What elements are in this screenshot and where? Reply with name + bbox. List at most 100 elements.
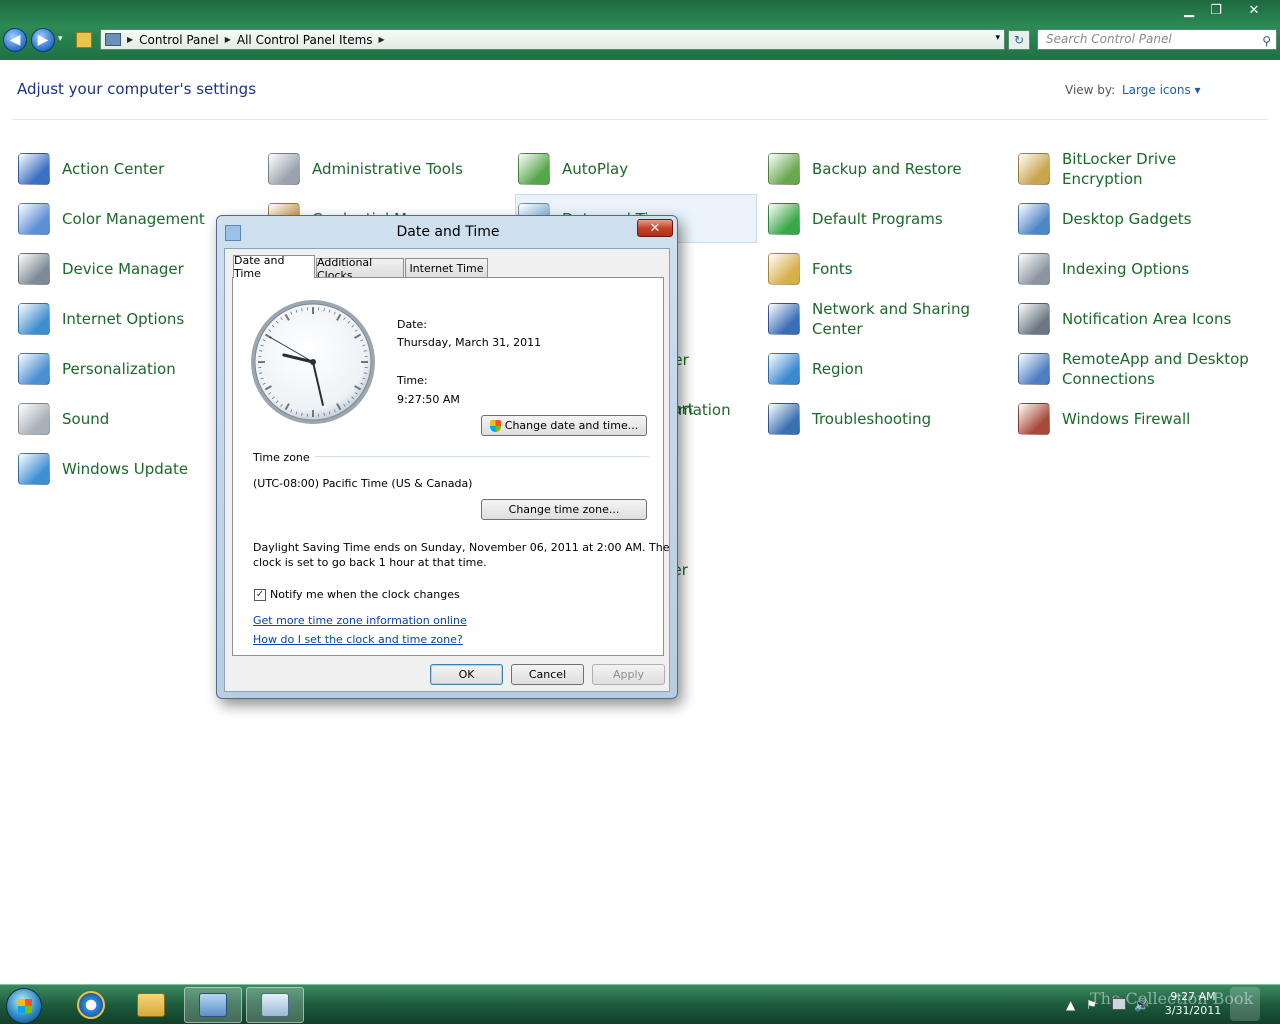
cp-item-label: Device Manager xyxy=(62,260,184,278)
cp-item[interactable]: Internet Options xyxy=(18,297,218,341)
notify-checkbox[interactable]: ✓ xyxy=(254,589,266,601)
cp-item[interactable]: Desktop Gadgets xyxy=(1018,197,1258,241)
time-value: 9:27:50 AM xyxy=(397,393,460,406)
address-dropdown[interactable]: ▾ xyxy=(995,33,1000,43)
cp-item[interactable]: BitLocker Drive Encryption xyxy=(1018,147,1258,191)
cp-item-icon xyxy=(1018,253,1050,285)
date-value: Thursday, March 31, 2011 xyxy=(397,336,542,349)
search-icon[interactable]: ⚲ xyxy=(1262,32,1271,51)
time-zone-heading: Time zone xyxy=(253,451,310,464)
cp-item[interactable]: Network and Sharing Center xyxy=(768,297,998,341)
cp-item[interactable]: Backup and Restore xyxy=(768,147,998,191)
cp-item[interactable]: Notification Area Icons xyxy=(1018,297,1258,341)
internet-explorer-icon xyxy=(77,991,105,1019)
cp-item-icon xyxy=(768,353,800,385)
cp-item-icon xyxy=(268,153,300,185)
analog-clock xyxy=(251,300,375,424)
up-folder-icon[interactable] xyxy=(76,32,92,48)
help-clock-link[interactable]: How do I set the clock and time zone? xyxy=(253,633,463,646)
show-hidden-icons-button[interactable]: ▲ xyxy=(1066,998,1075,1012)
cp-item-icon xyxy=(1018,403,1050,435)
minimize-button[interactable]: ▁ xyxy=(1176,0,1202,20)
breadcrumb-control-panel[interactable]: Control Panel xyxy=(139,33,219,47)
taskbar-date-time[interactable] xyxy=(246,987,304,1023)
tab-internet-time[interactable]: Internet Time xyxy=(405,258,488,278)
forward-arrow-icon: ▶ xyxy=(37,32,49,48)
start-button[interactable] xyxy=(6,988,42,1024)
taskbar-explorer[interactable] xyxy=(122,987,180,1023)
cp-item-icon xyxy=(768,203,800,235)
breadcrumb-separator[interactable]: ▶ xyxy=(379,35,385,44)
cancel-button[interactable]: Cancel xyxy=(511,664,584,685)
tray-clock[interactable]: 9:27 AM 3/31/2011 xyxy=(1160,990,1226,1018)
cp-item-label: Windows Firewall xyxy=(1062,410,1191,428)
volume-icon[interactable]: 🔊 xyxy=(1134,998,1149,1012)
tab-additional-clocks[interactable]: Additional Clocks xyxy=(316,256,404,282)
search-input[interactable]: Search Control Panel ⚲ xyxy=(1037,29,1277,50)
ok-button[interactable]: OK xyxy=(430,664,503,685)
cp-item-label: Action Center xyxy=(62,160,165,178)
back-button[interactable]: ◀ xyxy=(3,28,27,52)
tab-date-and-time[interactable]: Date and Time xyxy=(233,254,315,280)
show-desktop-button[interactable] xyxy=(1230,987,1260,1021)
cp-item[interactable]: Action Center xyxy=(18,147,218,191)
cp-item-label: Desktop Gadgets xyxy=(1062,210,1192,228)
tab-panel: Date: Thursday, March 31, 2011 Time: 9:2… xyxy=(232,277,669,656)
refresh-icon: ↻ xyxy=(1013,33,1025,47)
notify-label[interactable]: Notify me when the clock changes xyxy=(270,588,460,601)
taskbar-internet-explorer[interactable] xyxy=(62,987,120,1023)
taskbar-control-panel[interactable] xyxy=(184,987,242,1023)
cp-item[interactable]: Windows Update xyxy=(18,447,218,491)
refresh-button[interactable]: ↻ xyxy=(1008,30,1030,50)
apply-button[interactable]: Apply xyxy=(592,664,665,685)
cp-item-label: Network and Sharing Center xyxy=(812,300,970,338)
time-label: Time: xyxy=(397,374,428,387)
breadcrumb-separator[interactable]: ▶ xyxy=(225,35,231,44)
forward-button[interactable]: ▶ xyxy=(31,28,55,52)
cp-item-icon xyxy=(18,203,50,235)
cp-item[interactable]: Device Manager xyxy=(18,247,218,291)
cp-item[interactable]: RemoteApp and Desktop Connections xyxy=(1018,347,1258,391)
cp-item[interactable]: Color Management xyxy=(18,197,218,241)
dialog-close-button[interactable]: ✕ xyxy=(637,219,673,237)
taskbar: The Collection Book ▲ ⚑ 🔊 9:27 AM 3/31/2… xyxy=(0,984,1280,1024)
cp-item[interactable]: Region xyxy=(768,347,998,391)
cp-item[interactable]: AutoPlay xyxy=(518,147,718,191)
address-bar[interactable]: ▶ Control Panel ▶ All Control Panel Item… xyxy=(100,29,1005,50)
cp-item[interactable]: Sound xyxy=(18,397,218,441)
change-date-time-button[interactable]: Change date and time... xyxy=(481,415,647,436)
cp-item[interactable]: Indexing Options xyxy=(1018,247,1258,291)
back-arrow-icon: ◀ xyxy=(9,32,21,48)
page-title: Adjust your computer's settings xyxy=(17,80,257,98)
change-time-zone-button[interactable]: Change time zone... xyxy=(481,499,647,520)
cp-item-label: Color Management xyxy=(62,210,205,228)
recent-pages-dropdown[interactable]: ▾ xyxy=(58,34,63,44)
control-panel-icon xyxy=(199,993,227,1017)
cp-item-icon xyxy=(18,253,50,285)
windows-logo-icon xyxy=(18,999,32,1013)
cp-item[interactable]: Fonts xyxy=(768,247,998,291)
cp-item-icon xyxy=(1018,203,1050,235)
date-time-dialog: Date and Time ✕ Date and Time Additional… xyxy=(216,215,678,699)
view-by-dropdown[interactable]: Large icons ▾ xyxy=(1122,83,1201,97)
action-center-flag-icon[interactable]: ⚑ xyxy=(1086,998,1097,1012)
cp-item[interactable]: Personalization xyxy=(18,347,218,391)
cp-item-label: Personalization xyxy=(62,360,176,378)
cp-item-label: BitLocker Drive Encryption xyxy=(1062,150,1177,188)
cp-item[interactable]: Windows Firewall xyxy=(1018,397,1258,441)
cp-item-icon xyxy=(768,253,800,285)
cp-item[interactable]: Troubleshooting xyxy=(768,397,998,441)
breadcrumb-all-items[interactable]: All Control Panel Items xyxy=(237,33,373,47)
cp-item[interactable]: Default Programs xyxy=(768,197,998,241)
cp-item-label: Backup and Restore xyxy=(812,160,962,178)
dialog-body: Date and Time Additional Clocks Internet… xyxy=(224,248,670,692)
window-chrome: ▁ ❐ ✕ ◀ ▶ ▾ ▶ Control Panel ▶ All Contro… xyxy=(0,0,1280,60)
maximize-button[interactable]: ❐ xyxy=(1204,0,1228,20)
time-zone-info-link[interactable]: Get more time zone information online xyxy=(253,614,467,627)
cp-item-label: Region xyxy=(812,360,864,378)
close-window-button[interactable]: ✕ xyxy=(1236,0,1272,20)
breadcrumb-separator[interactable]: ▶ xyxy=(127,35,133,44)
cp-item-label: Administrative Tools xyxy=(312,160,463,178)
network-icon[interactable] xyxy=(1112,998,1126,1010)
cp-item[interactable]: Administrative Tools xyxy=(268,147,468,191)
